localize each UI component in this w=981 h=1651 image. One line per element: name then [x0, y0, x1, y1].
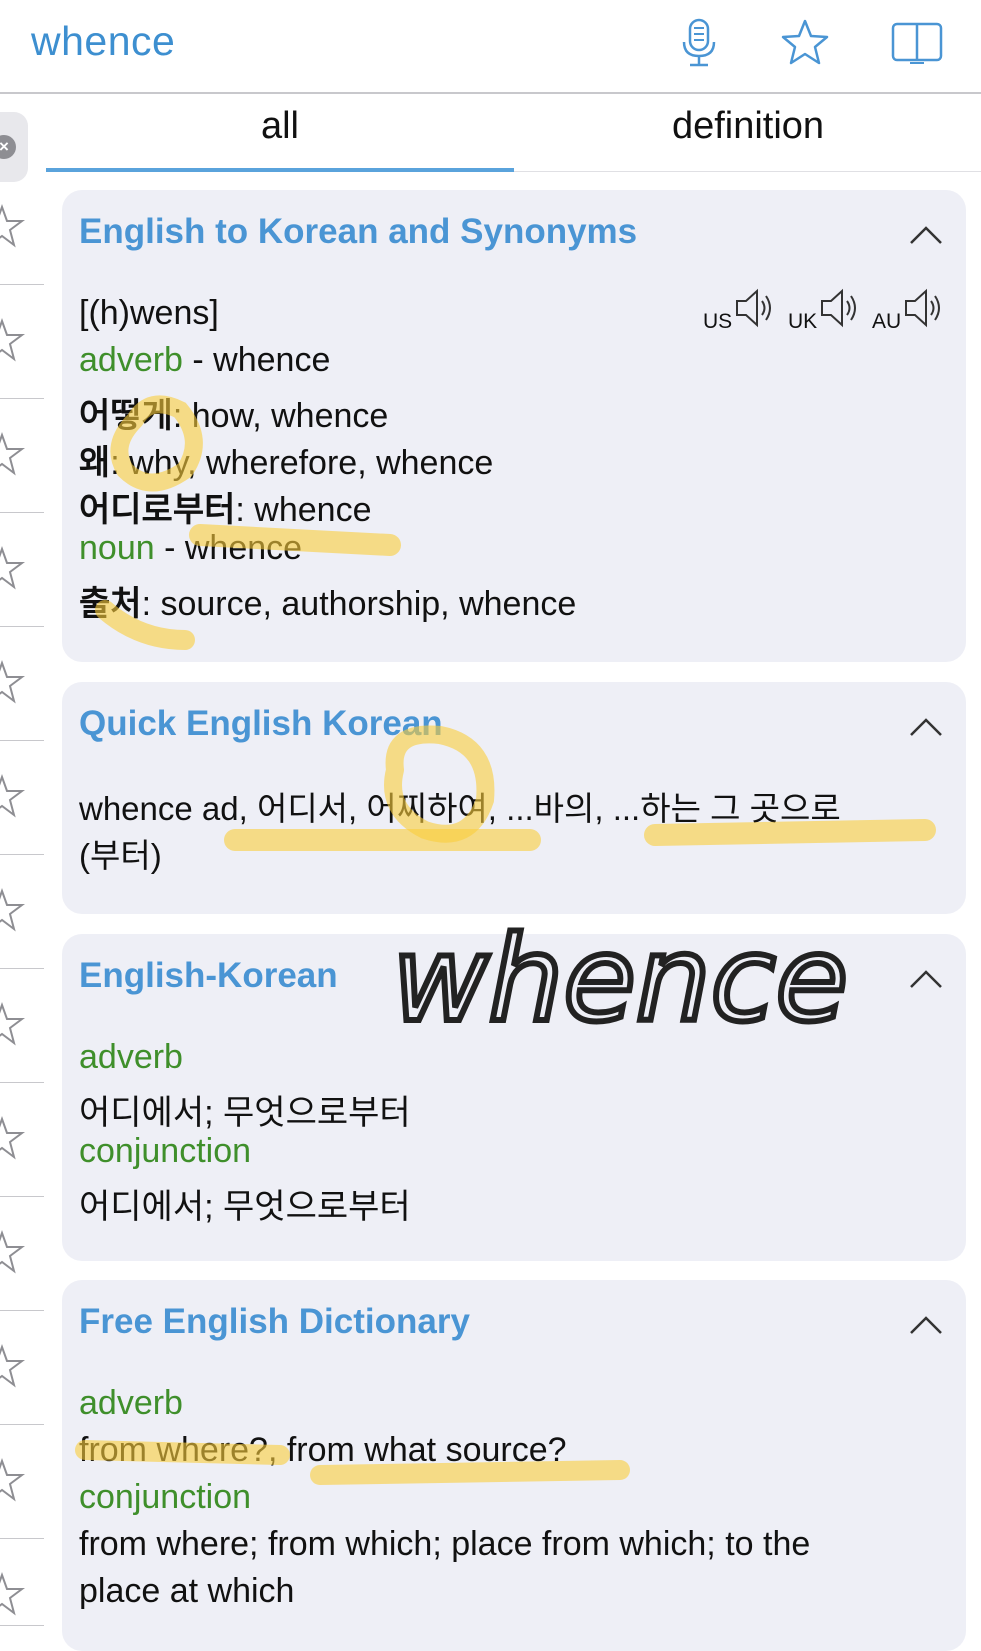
- definition-line: 왜: why, wherefore, whence: [79, 435, 493, 484]
- star-icon[interactable]: [0, 545, 26, 593]
- section-title: Free English Dictionary: [79, 1302, 470, 1341]
- section-title: Quick English Korean: [79, 704, 443, 743]
- star-icon[interactable]: [0, 773, 26, 821]
- divider: [0, 1538, 44, 1539]
- book-icon[interactable]: [890, 16, 944, 70]
- definition-line: 어떻게: how, whence: [79, 388, 388, 437]
- chevron-up-icon[interactable]: [908, 1314, 944, 1336]
- close-icon: ×: [0, 135, 16, 159]
- part-of-speech: conjunction: [79, 1132, 252, 1170]
- divider: [0, 1082, 44, 1083]
- korean-term: 왜: [79, 444, 111, 482]
- definition-line: 출처: source, authorship, whence: [79, 576, 576, 625]
- section-quick-english-korean: Quick English Korean whence ad, 어디서, 어찌하…: [62, 682, 966, 914]
- speaker-icon: [736, 288, 771, 328]
- definition-text: : source, authorship, whence: [141, 585, 577, 623]
- divider: [0, 398, 44, 399]
- part-of-speech: adverb: [79, 1038, 183, 1076]
- definition-line: from where; from which; place from which…: [79, 1525, 811, 1563]
- korean-term: 출처: [79, 585, 142, 623]
- top-bar: whence: [0, 0, 981, 94]
- star-icon[interactable]: [0, 887, 26, 935]
- star-icon[interactable]: [0, 1343, 26, 1391]
- speaker-icon: [905, 288, 940, 328]
- definition-text: : why, wherefore, whence: [110, 444, 494, 482]
- tab-all[interactable]: all: [46, 94, 514, 172]
- tab-definition[interactable]: definition: [514, 94, 981, 171]
- divider: [0, 626, 44, 627]
- divider: [0, 740, 44, 741]
- definition-line: 어디로부터: whence: [79, 482, 372, 531]
- divider: [0, 1310, 44, 1311]
- definition-text: : whence: [235, 491, 372, 529]
- definition-line: from where?, from what source?: [79, 1431, 567, 1469]
- divider: [0, 284, 44, 285]
- audio-au[interactable]: AU: [872, 286, 952, 334]
- clear-search-button[interactable]: ×: [0, 112, 28, 182]
- star-icon[interactable]: [0, 203, 26, 251]
- divider: [0, 968, 44, 969]
- part-of-speech: adverb: [79, 1384, 183, 1422]
- star-icon[interactable]: [0, 1229, 26, 1277]
- tab-bar: all definition: [46, 94, 981, 172]
- star-icon[interactable]: [0, 1115, 26, 1163]
- part-of-speech: adverb: [79, 341, 183, 379]
- korean-term: 어디로부터: [79, 491, 236, 529]
- divider: [0, 854, 44, 855]
- section-title: English-Korean: [79, 956, 338, 995]
- definition-line: adverb - whence: [79, 341, 330, 380]
- korean-term: 어떻게: [79, 397, 173, 435]
- chevron-up-icon[interactable]: [908, 224, 944, 246]
- accent-label: AU: [872, 310, 902, 333]
- definition-text: - whence: [154, 529, 303, 567]
- accent-label: UK: [788, 310, 818, 333]
- definition-line: 어디에서; 무엇으로부터: [79, 1094, 411, 1132]
- search-term[interactable]: whence: [31, 18, 175, 65]
- divider: [0, 1196, 44, 1197]
- definition-line: noun - whence: [79, 529, 302, 568]
- part-of-speech: conjunction: [79, 1478, 252, 1516]
- definition-text: : how, whence: [172, 397, 389, 435]
- divider: [0, 512, 44, 513]
- microphone-icon[interactable]: [672, 16, 726, 70]
- star-icon[interactable]: [0, 1001, 26, 1049]
- star-icon[interactable]: [0, 1457, 26, 1505]
- section-english-korean: English-Korean adverb 어디에서; 무엇으로부터 conju…: [62, 934, 966, 1261]
- definition-line: (부터): [79, 837, 162, 874]
- star-icon[interactable]: [0, 659, 26, 707]
- section-title: English to Korean and Synonyms: [79, 212, 638, 251]
- divider: [0, 1625, 44, 1626]
- star-icon[interactable]: [0, 1571, 26, 1619]
- star-icon[interactable]: [0, 431, 26, 479]
- chevron-up-icon[interactable]: [908, 968, 944, 990]
- star-icon[interactable]: [0, 317, 26, 365]
- definition-line: 어디에서; 무엇으로부터: [79, 1188, 411, 1226]
- part-of-speech: noun: [79, 529, 155, 567]
- chevron-up-icon[interactable]: [908, 716, 944, 738]
- accent-label: US: [703, 310, 733, 333]
- definition-line: whence ad, 어디서, 어찌하여, ...바의, ...하는 그 곳으로: [79, 790, 841, 827]
- speaker-icon: [821, 288, 856, 328]
- favorite-star-icon[interactable]: [778, 16, 832, 70]
- audio-us[interactable]: US: [703, 286, 783, 334]
- divider: [0, 1424, 44, 1425]
- definition-line: place at which: [79, 1572, 295, 1610]
- section-english-korean-synonyms: English to Korean and Synonyms [(h)wens]…: [62, 190, 966, 662]
- section-free-english-dictionary: Free English Dictionary adverb from wher…: [62, 1280, 966, 1651]
- audio-uk[interactable]: UK: [788, 286, 868, 334]
- definition-text: - whence: [182, 341, 331, 379]
- pronunciation: [(h)wens]: [79, 294, 219, 332]
